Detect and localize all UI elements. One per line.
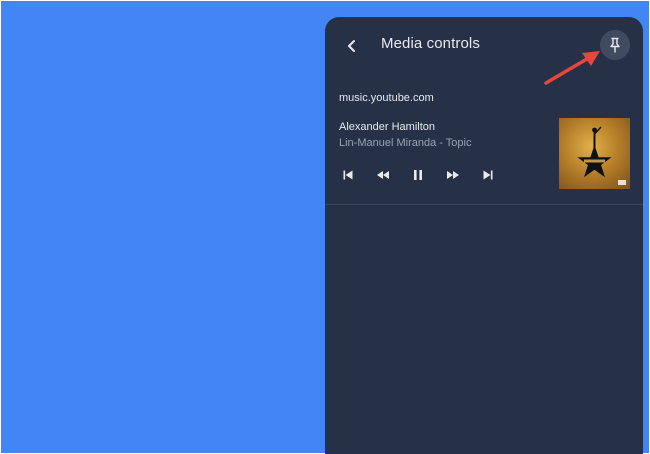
track-title: Alexander Hamilton [339, 121, 435, 133]
chevron-left-icon [348, 40, 355, 52]
next-track-button[interactable] [475, 164, 501, 186]
panel-title: Media controls [381, 35, 480, 52]
track-artist: Lin-Manuel Miranda - Topic [339, 137, 472, 149]
album-artwork [559, 118, 630, 189]
rewind-icon [377, 171, 389, 179]
playback-controls [335, 164, 501, 186]
rewind-button[interactable] [370, 164, 396, 186]
media-source-domain: music.youtube.com [339, 92, 434, 104]
panel-divider [325, 204, 643, 205]
pause-icon [414, 170, 422, 180]
annotation-arrow [544, 51, 600, 85]
fast-forward-button[interactable] [440, 164, 466, 186]
pin-icon [610, 37, 620, 53]
skip-next-icon [483, 170, 493, 180]
back-button[interactable] [339, 33, 365, 59]
pause-button[interactable] [405, 164, 431, 186]
fast-forward-icon [447, 171, 459, 179]
previous-track-button[interactable] [335, 164, 361, 186]
skip-previous-icon [343, 170, 353, 180]
hamilton-star-artwork [577, 126, 626, 185]
